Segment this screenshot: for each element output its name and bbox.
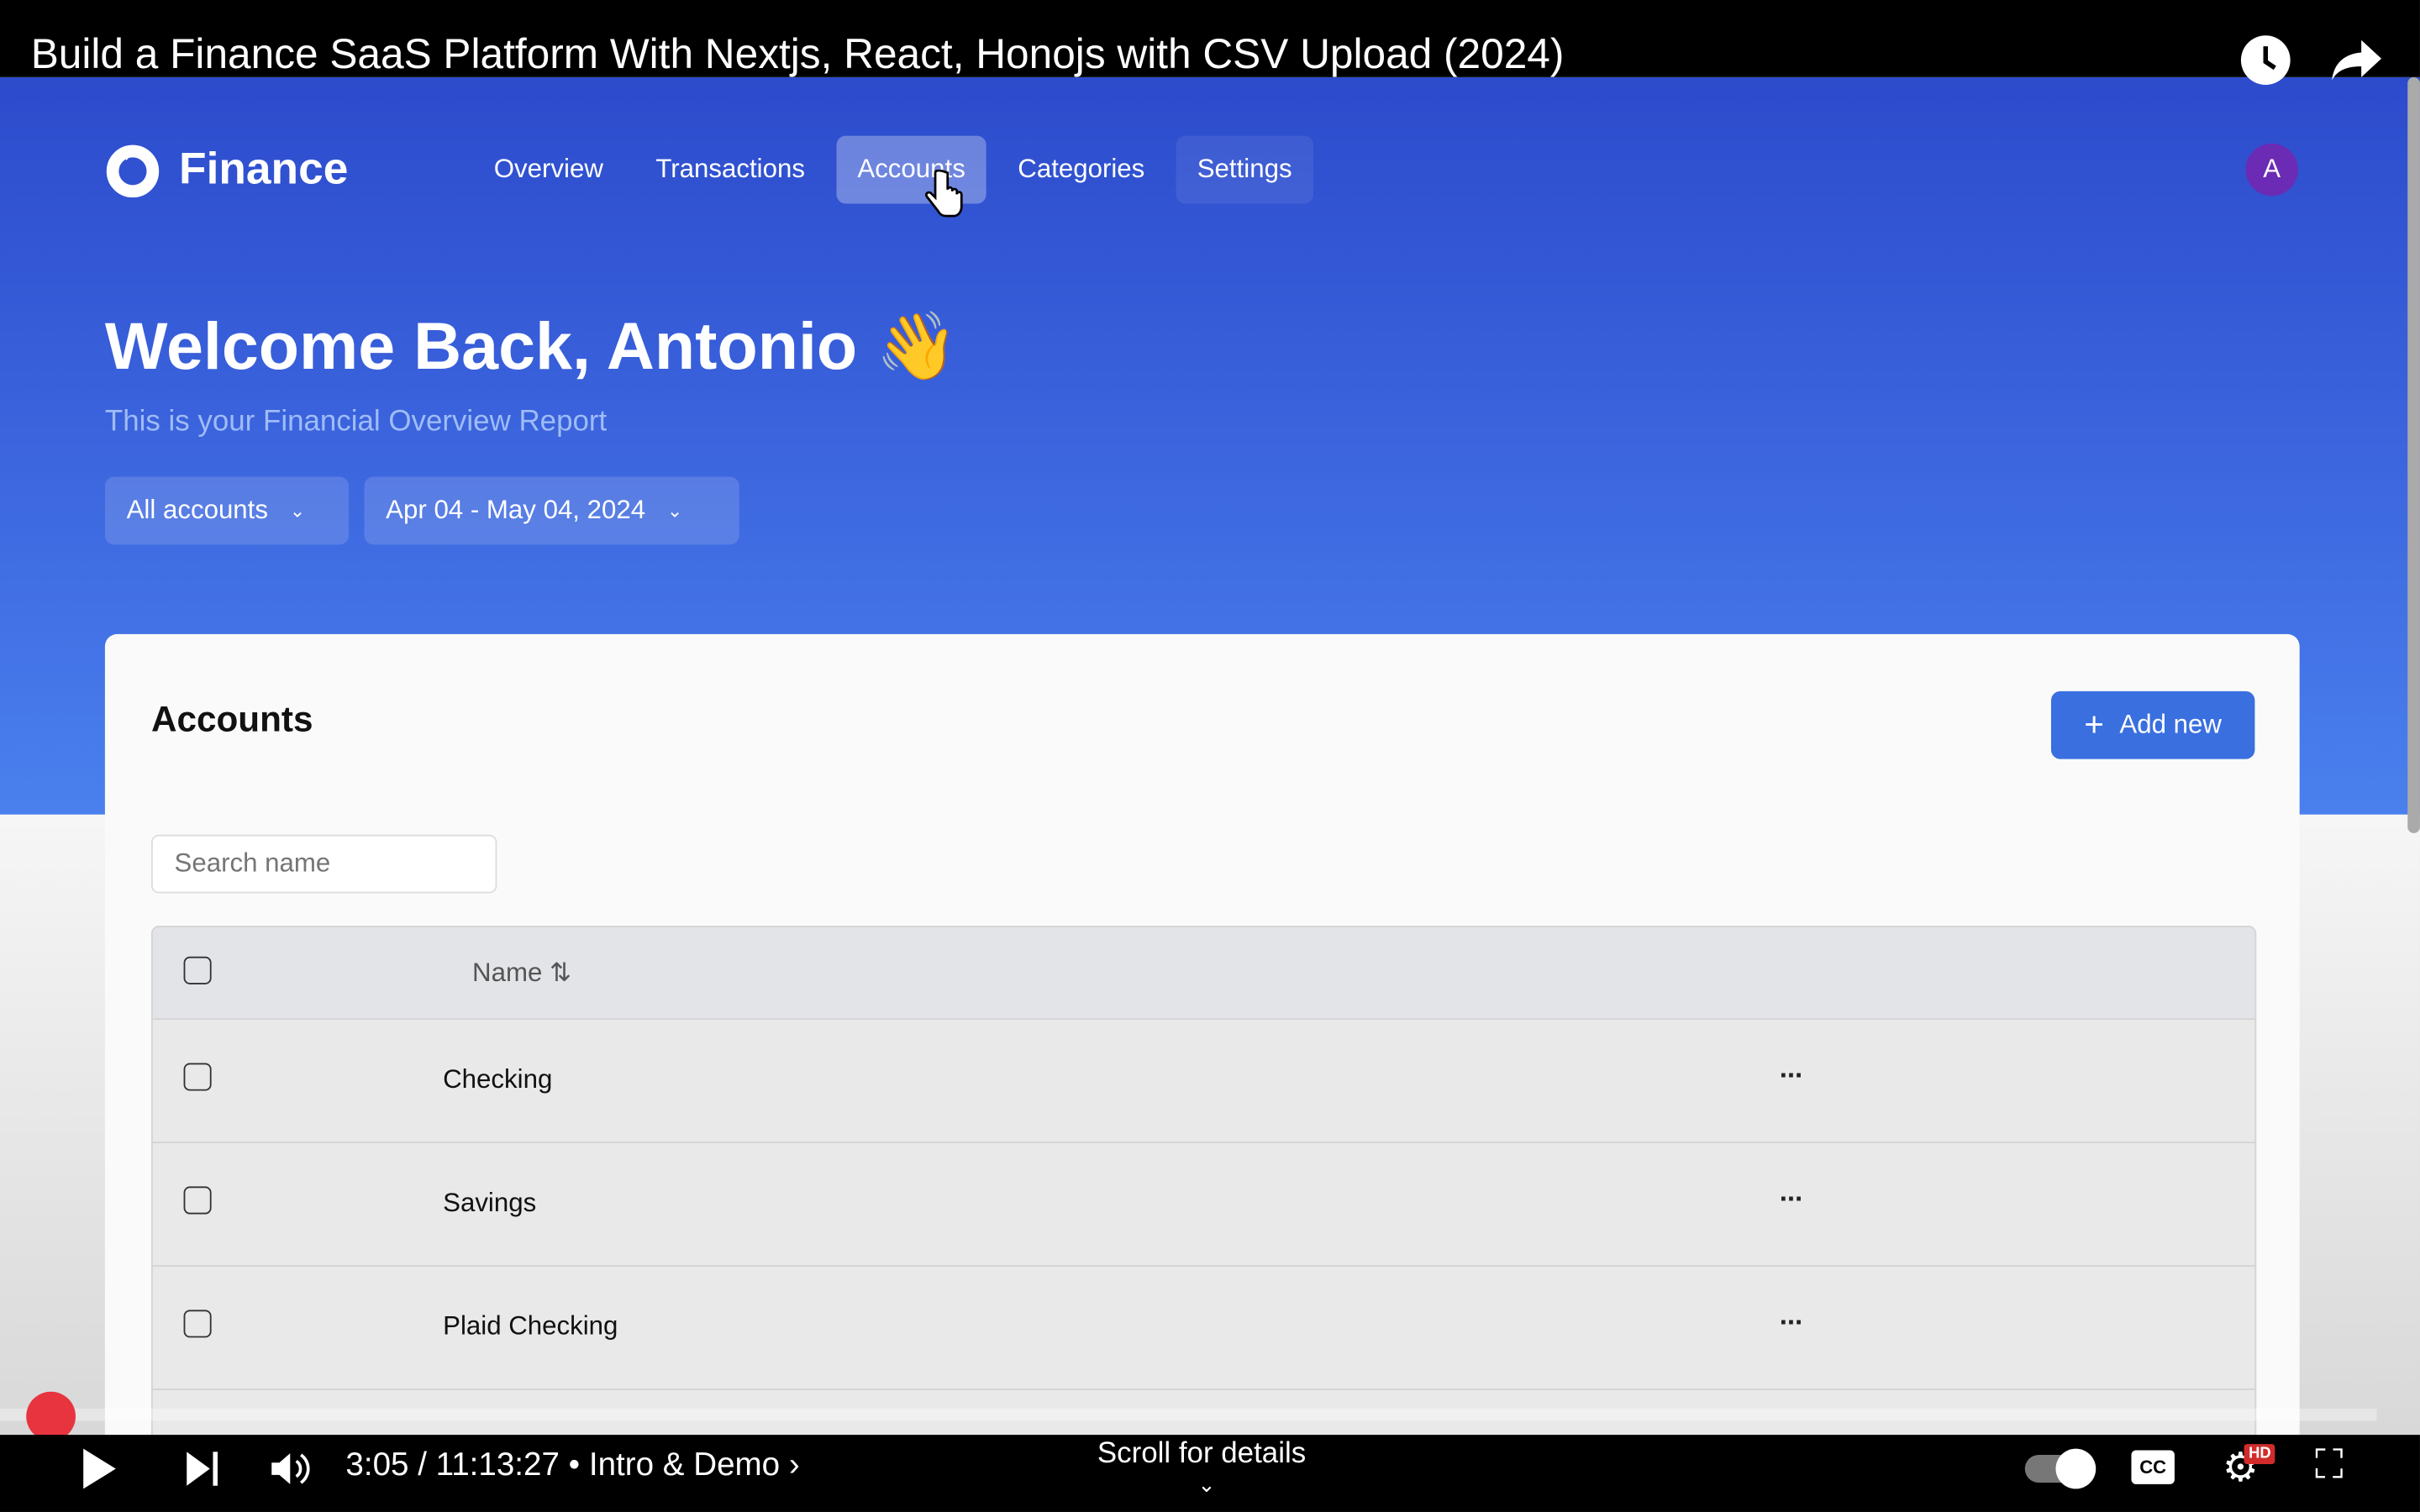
chevron-down-icon: ⌄: [289, 500, 306, 522]
wave-emoji: 👋: [876, 310, 959, 385]
table-row: Checking ···: [152, 1020, 2255, 1143]
account-name: Savings: [443, 1188, 537, 1218]
row-actions-button[interactable]: ···: [1780, 1060, 1804, 1093]
video-controls: 3:05 / 11:13:27 • Intro & Demo › Scroll …: [0, 1435, 2420, 1512]
exit-fullscreen-icon[interactable]: ⛶: [2315, 1441, 2343, 1490]
account-filter-select[interactable]: All accounts ⌄: [104, 476, 350, 545]
accounts-table: Name ⇅ Checking ··· Savings ··· Plaid Ch…: [150, 926, 2257, 1454]
row-checkbox[interactable]: [183, 1310, 212, 1338]
logo-icon: [106, 144, 160, 198]
share-icon[interactable]: [2330, 37, 2382, 83]
table-row: Plaid Checking ···: [152, 1267, 2255, 1390]
select-all-checkbox[interactable]: [183, 956, 212, 984]
hand-cursor-icon: [924, 170, 963, 218]
welcome-subtitle: This is your Financial Overview Report: [104, 406, 608, 438]
nav-categories[interactable]: Categories: [997, 136, 1166, 204]
row-checkbox[interactable]: [183, 1186, 212, 1215]
captions-button[interactable]: CC: [2131, 1450, 2175, 1484]
volume-icon[interactable]: [269, 1447, 312, 1490]
logo-text: Finance: [179, 144, 349, 194]
time-display: 3:05 / 11:13:27 • Intro & Demo ›: [345, 1446, 800, 1483]
nav-transactions[interactable]: Transactions: [634, 136, 827, 204]
table-header: Name ⇅: [152, 927, 2255, 1021]
add-new-button[interactable]: + Add new: [2050, 690, 2255, 759]
next-icon[interactable]: [185, 1450, 218, 1487]
row-actions-button[interactable]: ···: [1780, 1184, 1804, 1216]
table-row: Savings ···: [152, 1143, 2255, 1267]
add-new-label: Add new: [2119, 709, 2222, 739]
account-filter-value: All accounts: [126, 495, 268, 525]
video-title[interactable]: Build a Finance SaaS Platform With Nextj…: [31, 31, 1565, 79]
chapter-link[interactable]: Intro & Demo: [589, 1447, 780, 1483]
app-logo[interactable]: Finance: [105, 142, 349, 198]
chevron-down-icon: ⌄: [666, 500, 683, 522]
scroll-hint[interactable]: Scroll for details: [1097, 1438, 1306, 1472]
sort-icon: ⇅: [550, 958, 572, 988]
account-name: Plaid Checking: [443, 1311, 618, 1341]
nav-overview[interactable]: Overview: [472, 136, 625, 204]
progress-scrubber[interactable]: [26, 1391, 76, 1441]
date-range-value: Apr 04 - May 04, 2024: [386, 495, 646, 525]
welcome-heading: Welcome Back, Antonio 👋: [104, 310, 959, 385]
page-scrollbar[interactable]: [2407, 76, 2420, 833]
main-nav: Overview Transactions Accounts Categorie…: [472, 135, 1314, 204]
date-range-select[interactable]: Apr 04 - May 04, 2024 ⌄: [364, 476, 739, 545]
watch-later-icon[interactable]: [2239, 34, 2291, 86]
hd-badge: HD: [2244, 1444, 2276, 1465]
chevron-down-icon: ⌄: [1197, 1472, 1216, 1497]
video-progress-bar[interactable]: [0, 1408, 2377, 1421]
accounts-title: Accounts: [150, 699, 313, 739]
row-checkbox[interactable]: [183, 1063, 212, 1091]
autoplay-toggle[interactable]: [2024, 1448, 2096, 1489]
play-icon[interactable]: [81, 1447, 118, 1490]
name-column-header[interactable]: Name ⇅: [472, 958, 571, 990]
nav-settings[interactable]: Settings: [1176, 135, 1314, 204]
user-avatar[interactable]: A: [2245, 143, 2298, 197]
plus-icon: +: [2084, 705, 2105, 744]
search-name-input[interactable]: [150, 834, 497, 894]
account-name: Checking: [443, 1064, 553, 1095]
row-actions-button[interactable]: ···: [1780, 1307, 1804, 1340]
